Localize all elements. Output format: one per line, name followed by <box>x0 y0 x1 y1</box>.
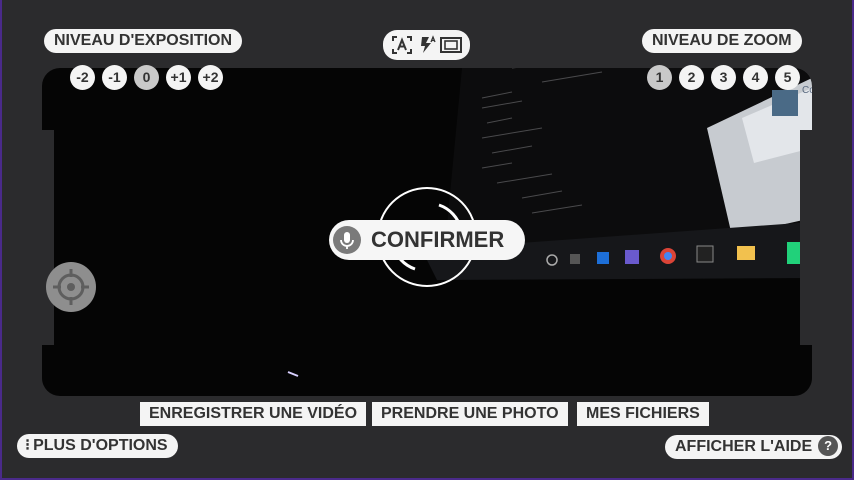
exposure-level-plus-1[interactable]: +1 <box>166 65 191 90</box>
take-photo-button[interactable]: PRENDRE UNE PHOTO <box>372 402 568 426</box>
zoom-level-1[interactable]: 1 <box>647 65 672 90</box>
preview-window-text: Co <box>802 85 812 96</box>
exposure-level-minus-2[interactable]: -2 <box>70 65 95 90</box>
show-help-label: AFFICHER L'AIDE <box>675 438 813 455</box>
microphone-icon <box>333 226 361 254</box>
viewfinder-edge-right <box>800 130 812 345</box>
zoom-level-3[interactable]: 3 <box>711 65 736 90</box>
more-options-label: PLUS D'OPTIONS <box>33 437 168 454</box>
my-files-button[interactable]: MES FICHIERS <box>577 402 709 426</box>
confirm-button[interactable]: CONFIRMER <box>329 220 525 260</box>
crosshair-icon <box>53 269 89 305</box>
exposure-level-minus-1[interactable]: -1 <box>102 65 127 90</box>
exposure-level-label: NIVEAU D'EXPOSITION <box>44 29 243 53</box>
focus-target-button[interactable] <box>46 262 96 312</box>
record-video-button[interactable]: ENREGISTRER UNE VIDÉO <box>140 402 367 426</box>
more-options-button[interactable]: ⁝ PLUS D'OPTIONS <box>17 434 178 458</box>
zoom-level-5[interactable]: 5 <box>775 65 800 90</box>
help-icon: ? <box>818 435 839 456</box>
auto-focus-icon[interactable] <box>391 35 413 55</box>
exposure-level-plus-2[interactable]: +2 <box>198 65 223 90</box>
more-options-icon: ⁝ <box>25 437 31 454</box>
camera-mode-toolbar <box>383 30 470 60</box>
zoom-level-2[interactable]: 2 <box>679 65 704 90</box>
zoom-level-label: NIVEAU DE ZOOM <box>642 29 802 53</box>
confirm-label: CONFIRMER <box>371 227 505 252</box>
viewfinder-edge-left <box>42 130 54 345</box>
exposure-level-0[interactable]: 0 <box>134 65 159 90</box>
show-help-button[interactable]: AFFICHER L'AIDE? <box>665 435 843 459</box>
flash-auto-icon[interactable] <box>416 34 438 56</box>
zoom-level-4[interactable]: 4 <box>743 65 768 90</box>
aspect-ratio-icon[interactable] <box>440 37 462 53</box>
